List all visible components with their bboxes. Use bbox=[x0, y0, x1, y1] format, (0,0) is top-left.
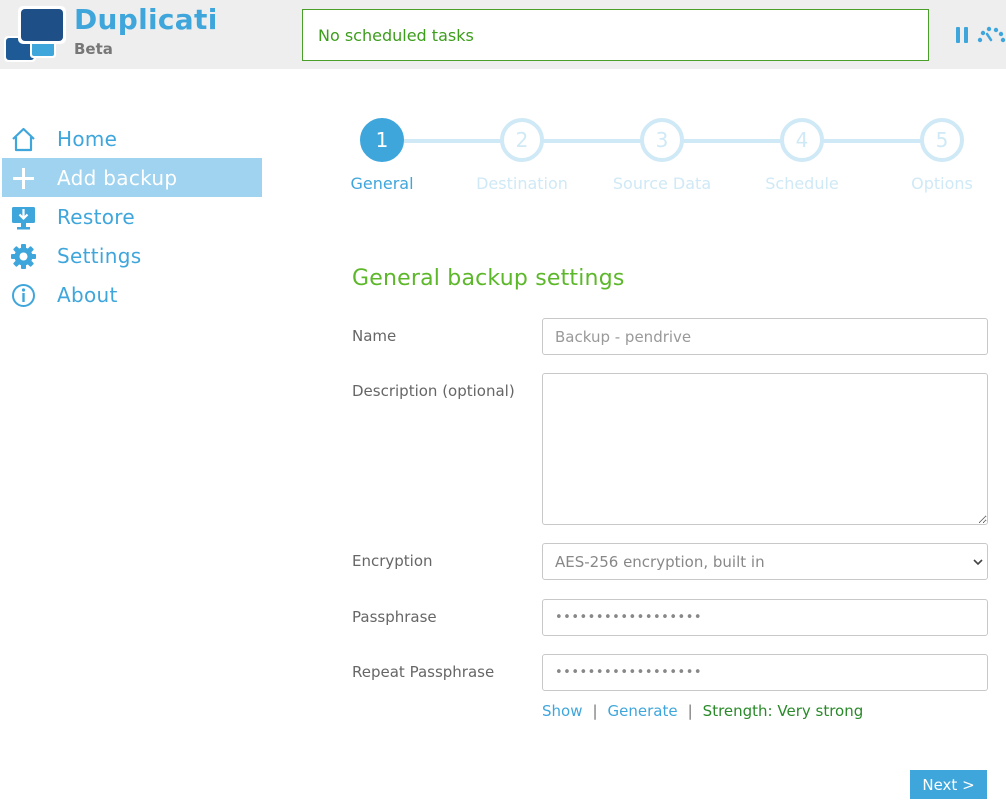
encryption-select[interactable]: AES-256 encryption, built in bbox=[542, 543, 988, 580]
brand-subtitle: Beta bbox=[74, 40, 113, 58]
next-button[interactable]: Next > bbox=[910, 770, 987, 799]
sidebar-item-settings[interactable]: Settings bbox=[0, 236, 262, 275]
repeat-passphrase-input[interactable]: •••••••••••••••••• bbox=[542, 654, 988, 691]
sidebar-item-label: Add backup bbox=[57, 165, 178, 190]
home-icon bbox=[12, 127, 35, 152]
separator: | bbox=[592, 702, 598, 720]
generate-passphrase-link[interactable]: Generate bbox=[608, 702, 678, 720]
step-label: Source Data bbox=[612, 174, 712, 193]
repeat-passphrase-masked-value: •••••••••••••••••• bbox=[555, 665, 703, 680]
encryption-selected-value: AES-256 encryption, built in bbox=[555, 552, 765, 571]
restore-icon bbox=[12, 207, 35, 230]
step-schedule[interactable]: 4 Schedule bbox=[732, 118, 872, 193]
show-passphrase-link[interactable]: Show bbox=[542, 702, 582, 720]
top-header: Duplicati Beta No scheduled tasks bbox=[0, 0, 1006, 69]
brand-title: Duplicati bbox=[74, 3, 218, 36]
sidebar-item-restore[interactable]: Restore bbox=[0, 197, 262, 236]
sidebar-item-about[interactable]: About bbox=[0, 275, 262, 314]
encryption-label: Encryption bbox=[352, 552, 433, 570]
description-label: Description (optional) bbox=[352, 382, 515, 400]
step-number: 1 bbox=[360, 118, 404, 162]
step-number: 4 bbox=[780, 118, 824, 162]
step-number: 5 bbox=[920, 118, 964, 162]
step-general[interactable]: 1 General bbox=[312, 118, 452, 193]
passphrase-masked-value: •••••••••••••••••• bbox=[555, 610, 703, 625]
section-title: General backup settings bbox=[352, 266, 625, 291]
chevron-down-icon bbox=[973, 559, 983, 566]
step-number: 2 bbox=[500, 118, 544, 162]
info-icon bbox=[12, 284, 35, 307]
description-textarea[interactable] bbox=[542, 373, 988, 525]
step-label: Options bbox=[911, 174, 973, 193]
sidebar-nav: Home Add backup Restore Settings About bbox=[0, 119, 262, 314]
status-box: No scheduled tasks bbox=[302, 9, 929, 61]
step-label: General bbox=[350, 174, 414, 193]
gear-icon bbox=[11, 244, 36, 269]
repeat-passphrase-label: Repeat Passphrase bbox=[352, 663, 495, 681]
passphrase-label: Passphrase bbox=[352, 608, 437, 626]
passphrase-strength: Strength: Very strong bbox=[702, 702, 864, 720]
step-source-data[interactable]: 3 Source Data bbox=[592, 118, 732, 193]
step-destination[interactable]: 2 Destination bbox=[452, 118, 592, 193]
separator: | bbox=[687, 702, 693, 720]
duplicati-logo bbox=[4, 6, 66, 62]
sidebar-item-label: Home bbox=[57, 126, 118, 151]
name-input[interactable] bbox=[542, 318, 988, 355]
passphrase-input[interactable]: •••••••••••••••••• bbox=[542, 599, 988, 636]
passphrase-actions: Show | Generate | Strength: Very strong bbox=[542, 702, 863, 720]
sidebar-item-label: About bbox=[57, 282, 118, 307]
sidebar-item-label: Settings bbox=[57, 243, 142, 268]
pause-icon[interactable] bbox=[954, 25, 970, 45]
throttle-icon[interactable] bbox=[976, 24, 1006, 46]
wizard-steps: 1 General 2 Destination 3 Source Data 4 … bbox=[312, 118, 1006, 198]
sidebar-item-label: Restore bbox=[57, 204, 135, 229]
sidebar-item-add-backup[interactable]: Add backup bbox=[2, 158, 262, 197]
step-label: Destination bbox=[476, 174, 568, 193]
status-text: No scheduled tasks bbox=[318, 25, 474, 45]
step-options[interactable]: 5 Options bbox=[872, 118, 1006, 193]
plus-icon bbox=[13, 168, 34, 189]
name-label: Name bbox=[352, 327, 397, 345]
step-number: 3 bbox=[640, 118, 684, 162]
step-label: Schedule bbox=[765, 174, 839, 193]
sidebar-item-home[interactable]: Home bbox=[0, 119, 262, 158]
